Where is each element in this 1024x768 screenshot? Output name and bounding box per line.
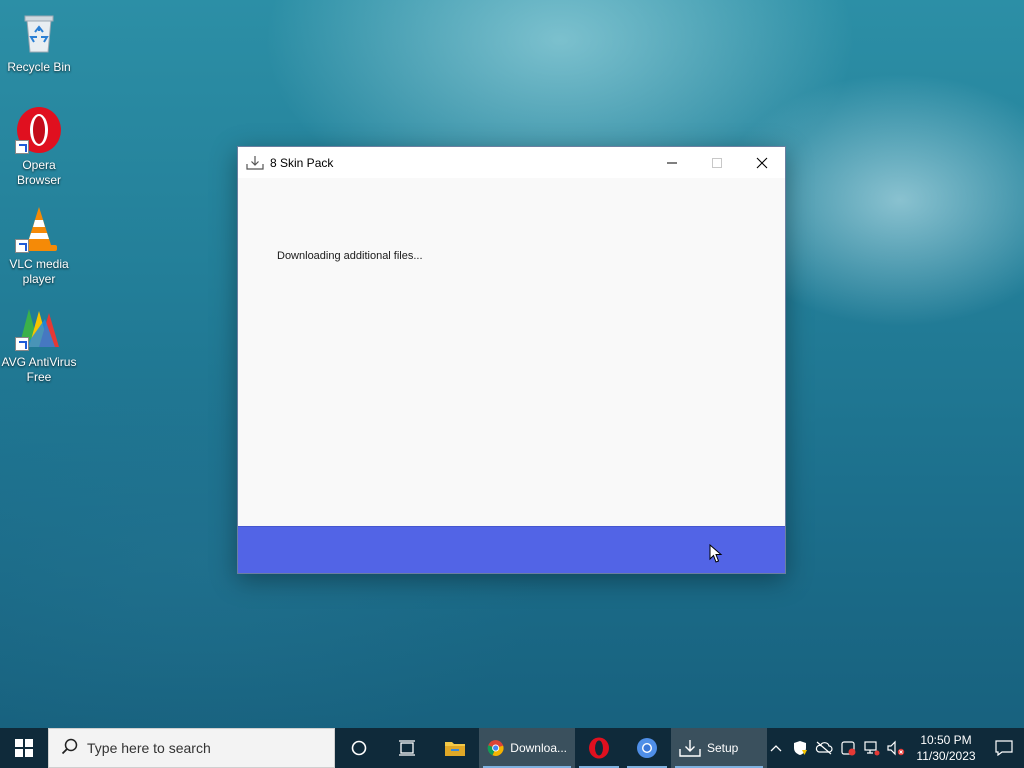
tray-avg-icon[interactable]: [836, 728, 860, 768]
chevron-up-icon: [770, 745, 782, 752]
minimize-icon: [666, 162, 677, 163]
taskbar-chromium[interactable]: [623, 728, 671, 768]
taskbar-app-setup[interactable]: Setup: [671, 728, 767, 768]
window-titlebar[interactable]: 8 Skin Pack: [238, 147, 785, 178]
desktop-icon-vlc[interactable]: VLC media player: [0, 205, 78, 287]
tray-network-icon[interactable]: [860, 728, 884, 768]
cortana-button[interactable]: [335, 728, 383, 768]
window-title: 8 Skin Pack: [270, 155, 334, 170]
windows-logo-icon: [15, 739, 33, 757]
chromium-icon: [637, 738, 657, 758]
folder-icon: [445, 742, 465, 756]
window-footer-bar: [238, 526, 785, 573]
notification-icon: [995, 740, 1013, 756]
avg-icon: [15, 303, 63, 351]
taskbar-app-chrome[interactable]: Downloa...: [479, 728, 575, 768]
tray-security-icon[interactable]: [788, 728, 812, 768]
desktop-icon-label: Recycle Bin: [7, 60, 71, 74]
opera-icon: [589, 737, 609, 759]
recycle-bin-icon: [15, 8, 63, 56]
desktop-icon-opera[interactable]: Opera Browser: [0, 106, 78, 188]
clock-time: 10:50 PM: [920, 733, 972, 747]
cloud-offline-icon: [815, 741, 833, 755]
task-view-button[interactable]: [383, 728, 431, 768]
clock-date: 11/30/2023: [916, 749, 976, 763]
taskbar-clock[interactable]: 10:50 PM 11/30/2023: [908, 732, 984, 764]
maximize-button[interactable]: [694, 147, 739, 178]
chrome-icon: [487, 740, 504, 756]
search-placeholder: Type here to search: [87, 740, 211, 756]
action-center-button[interactable]: [984, 728, 1024, 768]
minimize-button[interactable]: [649, 147, 694, 178]
close-icon: [756, 157, 767, 168]
shield-warning-icon: [794, 741, 807, 755]
tray-volume-icon[interactable]: [884, 728, 908, 768]
download-tray-icon: [679, 740, 701, 757]
mouse-cursor-icon: [709, 544, 723, 563]
desktop-icon-label: Opera Browser: [16, 158, 61, 187]
cortana-circle-icon: [351, 740, 367, 756]
tray-onedrive-icon[interactable]: [812, 728, 836, 768]
desktop-icon-label: AVG AntiVirus Free: [1, 355, 77, 384]
setup-window: 8 Skin Pack Downloading additional files…: [237, 146, 786, 574]
start-button[interactable]: [0, 728, 48, 768]
shortcut-arrow-icon: [15, 140, 29, 154]
taskbar: Type here to search Downloa... Setup 10:…: [0, 728, 1024, 768]
desktop-icon-avg[interactable]: AVG AntiVirus Free: [0, 303, 78, 385]
window-content: Downloading additional files...: [238, 178, 785, 526]
download-tray-icon: [246, 155, 264, 171]
network-icon: [864, 741, 880, 756]
search-icon: [61, 738, 79, 759]
shortcut-arrow-icon: [15, 239, 29, 253]
desktop-icon-recycle-bin[interactable]: Recycle Bin: [0, 8, 78, 75]
desktop-icon-label: VLC media player: [9, 257, 69, 286]
taskbar-app-label: Setup: [707, 741, 739, 755]
vlc-cone-icon: [15, 205, 63, 253]
show-hidden-icons-button[interactable]: [764, 728, 788, 768]
speaker-muted-icon: [887, 740, 905, 756]
taskbar-file-explorer[interactable]: [431, 728, 479, 768]
task-view-icon: [399, 740, 415, 756]
taskbar-search-box[interactable]: Type here to search: [48, 728, 335, 768]
maximize-icon: [711, 157, 722, 168]
system-tray: 10:50 PM 11/30/2023: [764, 728, 1024, 768]
opera-icon: [15, 106, 63, 154]
download-status-text: Downloading additional files...: [277, 250, 423, 262]
close-button[interactable]: [739, 147, 784, 178]
taskbar-app-label: Downloa...: [510, 741, 567, 755]
shortcut-arrow-icon: [15, 337, 29, 351]
taskbar-opera[interactable]: [575, 728, 623, 768]
avg-tray-icon: [841, 741, 856, 756]
